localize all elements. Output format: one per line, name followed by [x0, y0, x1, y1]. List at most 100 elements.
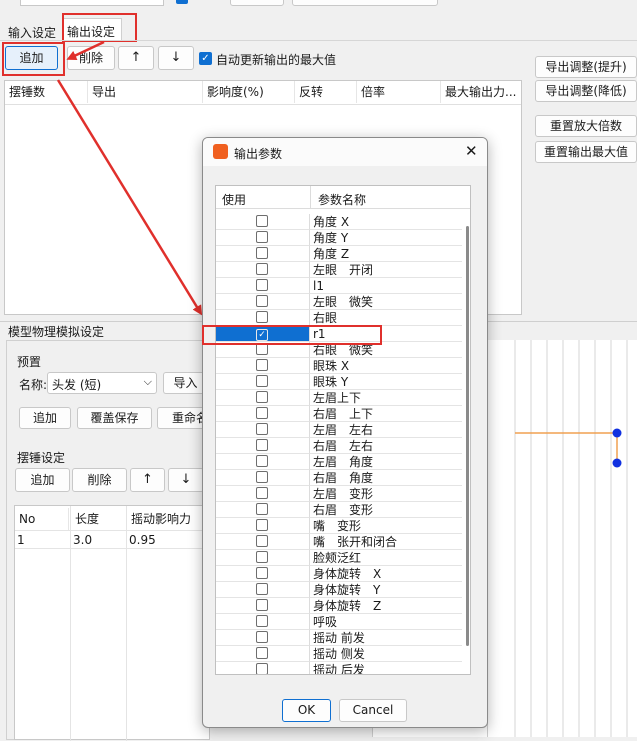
- list-item[interactable]: 身体旋转 Y: [216, 582, 462, 598]
- use-cell-inner: [216, 598, 308, 614]
- use-checkbox[interactable]: [256, 263, 268, 275]
- list-item[interactable]: 角度 X: [216, 214, 462, 230]
- param-name: 左眼 微笑: [310, 294, 462, 310]
- param-name: 摇动 侧发: [310, 646, 462, 662]
- use-checkbox[interactable]: [256, 295, 268, 307]
- param-name: 左眉 角度: [310, 454, 462, 470]
- use-checkbox[interactable]: [256, 551, 268, 563]
- use-checkbox[interactable]: [256, 439, 268, 451]
- list-item[interactable]: 身体旋转 Z: [216, 598, 462, 614]
- use-checkbox[interactable]: [256, 215, 268, 227]
- list-item[interactable]: 眼珠 Y: [216, 374, 462, 390]
- annotation-box-r1: [202, 325, 382, 345]
- list-item[interactable]: 角度 Y: [216, 230, 462, 246]
- use-checkbox[interactable]: [256, 471, 268, 483]
- list-item[interactable]: 右眉 上下: [216, 406, 462, 422]
- close-icon[interactable]: ✕: [465, 142, 478, 160]
- use-checkbox[interactable]: [256, 455, 268, 467]
- list-item[interactable]: 左眉上下: [216, 390, 462, 406]
- use-cell-inner: [216, 502, 308, 518]
- use-cell-inner: [216, 422, 308, 438]
- use-cell-inner: [216, 518, 308, 534]
- list-item[interactable]: 呼吸: [216, 614, 462, 630]
- list-item[interactable]: 左眉 左右: [216, 422, 462, 438]
- list-item[interactable]: 右眉 变形: [216, 502, 462, 518]
- list-item[interactable]: 脸颊泛红: [216, 550, 462, 566]
- param-name: 摇动 后发: [310, 662, 462, 674]
- param-name: 呼吸: [310, 614, 462, 630]
- use-checkbox[interactable]: [256, 647, 268, 659]
- param-name: 右眼: [310, 310, 462, 326]
- params-scrollbar[interactable]: [466, 226, 469, 646]
- use-checkbox[interactable]: [256, 407, 268, 419]
- use-checkbox[interactable]: [256, 503, 268, 515]
- param-name: 身体旋转 Z: [310, 598, 462, 614]
- cancel-button[interactable]: Cancel: [339, 699, 407, 722]
- list-item[interactable]: 摇动 后发: [216, 662, 462, 674]
- use-checkbox[interactable]: [256, 279, 268, 291]
- use-cell-inner: [216, 246, 308, 262]
- use-cell-inner: [216, 374, 308, 390]
- use-checkbox[interactable]: [256, 583, 268, 595]
- param-name: 右眉 左右: [310, 438, 462, 454]
- use-checkbox[interactable]: [256, 311, 268, 323]
- column-divider: [310, 186, 311, 209]
- list-item[interactable]: 左眉 变形: [216, 486, 462, 502]
- use-checkbox[interactable]: [256, 247, 268, 259]
- param-name: 摇动 前发: [310, 630, 462, 646]
- param-name: l1: [310, 278, 462, 294]
- use-checkbox[interactable]: [256, 535, 268, 547]
- list-item[interactable]: 右眉 角度: [216, 470, 462, 486]
- use-checkbox[interactable]: [256, 391, 268, 403]
- param-name: 脸颊泛红: [310, 550, 462, 566]
- param-name: 左眉上下: [310, 390, 462, 406]
- param-name: 身体旋转 Y: [310, 582, 462, 598]
- list-item[interactable]: 嘴 张开和闭合: [216, 534, 462, 550]
- use-checkbox[interactable]: [256, 375, 268, 387]
- param-name: 嘴 张开和闭合: [310, 534, 462, 550]
- use-checkbox[interactable]: [256, 663, 268, 674]
- list-item[interactable]: 摇动 侧发: [216, 646, 462, 662]
- list-item[interactable]: 右眉 左右: [216, 438, 462, 454]
- list-item[interactable]: 嘴 变形: [216, 518, 462, 534]
- use-checkbox[interactable]: [256, 567, 268, 579]
- app-icon: [213, 144, 228, 159]
- list-item[interactable]: 眼珠 X: [216, 358, 462, 374]
- dialog-titlebar[interactable]: 输出参数 ✕: [203, 138, 487, 166]
- params-list[interactable]: 使用 参数名称 角度 X 角度 Y 角度 Z 左眼 开闭 l1 左眼 微笑 右眼 ✓ r1 右眼 …: [215, 185, 471, 675]
- use-cell-inner: [216, 262, 308, 278]
- use-cell-inner: [216, 278, 308, 294]
- column-use-header[interactable]: 使用: [222, 191, 246, 208]
- use-cell-inner: [216, 438, 308, 454]
- use-checkbox[interactable]: [256, 615, 268, 627]
- param-name: 角度 Y: [310, 230, 462, 246]
- arrow-add-to-dialog: [56, 79, 203, 316]
- list-item[interactable]: 身体旋转 X: [216, 566, 462, 582]
- param-name: 右眉 角度: [310, 470, 462, 486]
- list-item[interactable]: 左眉 角度: [216, 454, 462, 470]
- ok-button[interactable]: OK: [282, 699, 331, 722]
- column-name-header[interactable]: 参数名称: [318, 191, 366, 208]
- use-cell-inner: [216, 230, 308, 246]
- output-parameters-dialog[interactable]: 输出参数 ✕ 使用 参数名称 角度 X 角度 Y 角度 Z 左眼 开闭 l1 左眼 微笑右…: [202, 137, 488, 728]
- list-item[interactable]: 右眼: [216, 310, 462, 326]
- use-cell-inner: [216, 454, 308, 470]
- list-item[interactable]: 左眼 微笑: [216, 294, 462, 310]
- use-checkbox[interactable]: [256, 519, 268, 531]
- list-item[interactable]: 角度 Z: [216, 246, 462, 262]
- use-checkbox[interactable]: [256, 487, 268, 499]
- list-item[interactable]: 左眼 开闭: [216, 262, 462, 278]
- use-checkbox[interactable]: [256, 359, 268, 371]
- list-item[interactable]: l1: [216, 278, 462, 294]
- use-cell-inner: [216, 214, 308, 230]
- param-name: 左眉 左右: [310, 422, 462, 438]
- use-checkbox[interactable]: [256, 423, 268, 435]
- use-checkbox[interactable]: [256, 231, 268, 243]
- use-checkbox[interactable]: [256, 599, 268, 611]
- use-cell-inner: [216, 310, 308, 326]
- list-item[interactable]: 摇动 前发: [216, 630, 462, 646]
- use-checkbox[interactable]: [256, 631, 268, 643]
- use-cell-inner: [216, 646, 308, 662]
- param-name: 角度 Z: [310, 246, 462, 262]
- use-cell-inner: [216, 358, 308, 374]
